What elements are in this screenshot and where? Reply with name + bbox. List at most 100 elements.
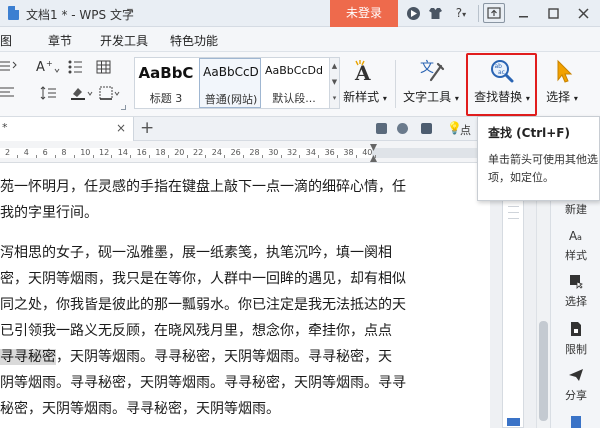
style-heading3[interactable]: AaBbC 标题 3 (135, 58, 197, 108)
page-thumbnail[interactable] (502, 191, 524, 428)
lamp-label[interactable]: 点 (460, 122, 471, 138)
style-sample: AaBbCcDd (265, 64, 323, 77)
ruler-tick (261, 155, 263, 158)
style-icon: Aa (567, 227, 585, 245)
list-bullets-icon[interactable] (68, 60, 94, 78)
new-style-button[interactable]: A 新样式 ▾ (340, 56, 390, 112)
ruler-tick (205, 155, 207, 158)
ruler-number: 8 (61, 148, 67, 157)
ruler-number: 12 (99, 148, 110, 157)
ruler-number: 34 (305, 148, 316, 157)
style-gallery: AaBbC 标题 3 AaBbCcD 普通(网站) AaBbCcDd 默认段..… (134, 57, 330, 109)
text-tools-button[interactable]: 文 文字工具 ▾ (401, 56, 461, 112)
pane-share-button[interactable]: 分享 (551, 365, 600, 409)
doc-line-rest: ，天阴等烟雨。寻寻秘密，天阴等烟雨。寻寻秘密，天 (56, 349, 392, 365)
document-icon (8, 6, 19, 20)
ruler-number: 10 (80, 148, 91, 157)
gallery-more-icon[interactable]: ▾ (330, 94, 339, 102)
help-icon[interactable]: ?▾ (449, 5, 473, 22)
thumbnail-line (508, 212, 519, 213)
doc-line-highlighted: 寻寻秘密，天阴等烟雨。寻寻秘密，天阴等烟雨。寻寻秘密，天 (0, 347, 392, 367)
cursor-arrow-icon (548, 58, 576, 84)
thumbnail-block (507, 418, 520, 426)
tooltip-title: 查找 (Ctrl+F) (488, 126, 570, 140)
maximize-icon[interactable] (545, 5, 562, 22)
table-grid-icon[interactable] (96, 60, 112, 78)
gallery-scroll[interactable]: ▲ ▼ ▾ (330, 57, 340, 109)
reading-mode-icon[interactable] (397, 123, 408, 134)
title-separator (478, 5, 479, 22)
menu-item-chapter[interactable]: 章节 (48, 32, 72, 49)
align-left-icon[interactable] (0, 86, 22, 104)
doc-line: 秘密，天阴等烟雨。寻寻秘密，天阴等烟雨。 (0, 401, 280, 417)
tab-close-icon[interactable]: × (116, 121, 126, 135)
font-grow-icon[interactable]: A + (36, 59, 62, 78)
thumbnail-line (508, 218, 519, 219)
minimize-icon[interactable] (515, 5, 532, 22)
ruler-number: 36 (324, 148, 335, 157)
doc-line: 我的字里行间。 (0, 205, 98, 221)
svg-text:文: 文 (420, 60, 434, 76)
menu-item-developer[interactable]: 开发工具 (100, 32, 148, 49)
gallery-down-icon[interactable]: ▼ (330, 78, 339, 86)
paragraph-dialog-launcher[interactable] (121, 105, 126, 110)
doc-line: 苑一怀明月，任灵感的手指在键盘上敲下一点一滴的细碎心情，任 (0, 179, 406, 195)
menu-item-features[interactable]: 特色功能 (170, 32, 218, 49)
svg-text:A: A (36, 60, 45, 74)
ruler-tick (92, 155, 94, 158)
pane-style-button[interactable]: Aa 样式 (551, 225, 600, 269)
ruler-number: 26 (230, 148, 241, 157)
ruler-tick (299, 155, 301, 158)
doc-line: 泻相思的女子，砚一泓雅墨，展一纸素笺，执笔沉吟，填一阕相 (0, 245, 392, 261)
ruler-tick (130, 155, 132, 158)
doc-line: 密，天阴等烟雨，我只是在等你，人群中一回眸的遇见，却有相似 (0, 271, 406, 287)
shield-icon[interactable] (405, 5, 422, 22)
skin-icon[interactable] (427, 5, 444, 22)
pane-restrict-button[interactable]: 限制 (551, 319, 600, 363)
document-area[interactable]: 苑一怀明月，任灵感的手指在键盘上敲下一点一滴的细碎心情，任 我的字里行间。 泻相… (0, 163, 490, 428)
line-spacing-icon[interactable] (40, 86, 64, 104)
pane-restrict-label: 限制 (565, 343, 587, 356)
ruler-tick (55, 155, 56, 158)
select-button[interactable]: 选择 ▾ (540, 56, 584, 112)
find-tooltip: 查找 (Ctrl+F) 单击箭头可使用其他选 项，如定位。 (477, 116, 600, 201)
layout-mode-icon[interactable] (421, 123, 432, 134)
gallery-up-icon[interactable]: ▲ (330, 62, 339, 70)
new-tab-icon[interactable]: + (140, 118, 154, 138)
doc-line: 已引领我一路义无反顾，在晓风残月里，想念你，牵挂你，点点 (0, 323, 392, 339)
ruler-tick (186, 155, 188, 158)
login-button[interactable]: 未登录 (330, 0, 398, 27)
title-dropdown-icon[interactable]: ▾ (128, 6, 133, 17)
close-window-icon[interactable] (575, 5, 592, 22)
shading-icon[interactable] (70, 86, 96, 104)
document-tab[interactable]: * × (0, 117, 134, 141)
menu-item-picture[interactable]: 图 (0, 32, 12, 49)
view-mode-icon[interactable] (376, 123, 387, 134)
ruler-tick (36, 155, 38, 158)
style-default-paragraph[interactable]: AaBbCcDd 默认段... (263, 58, 325, 108)
restore-window-icon[interactable] (483, 3, 505, 23)
horizontal-ruler[interactable]: 2 4 6 8 10 12 14 16 18 20 22 24 26 28 30 32 34 36 38 40 (0, 141, 553, 163)
highlighted-text: 寻寻秘密 (0, 349, 56, 365)
title-bar: 文档1 * - WPS 文字 ▾ 未登录 ?▾ (0, 0, 600, 27)
new-style-dropdown-icon: ▾ (382, 94, 387, 103)
ruler-number: 40 (362, 148, 373, 157)
scrollbar-thumb[interactable] (539, 321, 548, 421)
text-tools-icon: 文 (417, 58, 445, 84)
ruler-tick (318, 155, 320, 158)
text-tools-dropdown-icon: ▾ (454, 94, 459, 103)
ruler-number: 18 (155, 148, 166, 157)
ruler-number: 20 (174, 148, 185, 157)
list-indent-icon[interactable] (0, 60, 22, 78)
style-label: 默认段... (272, 92, 316, 105)
help-dropdown-icon: ▾ (462, 10, 467, 19)
style-normal-web[interactable]: AaBbCcD 普通(网站) (199, 58, 261, 108)
ruler-tick (111, 155, 113, 158)
new-style-label: 新样式 (343, 90, 380, 104)
border-icon[interactable] (99, 86, 123, 104)
ruler-number: 38 (343, 148, 354, 157)
svg-text:+: + (46, 59, 53, 68)
pane-select-button[interactable]: 选择 (551, 271, 600, 315)
select-label: 选择 (546, 90, 571, 104)
pane-next-button[interactable] (551, 413, 600, 428)
